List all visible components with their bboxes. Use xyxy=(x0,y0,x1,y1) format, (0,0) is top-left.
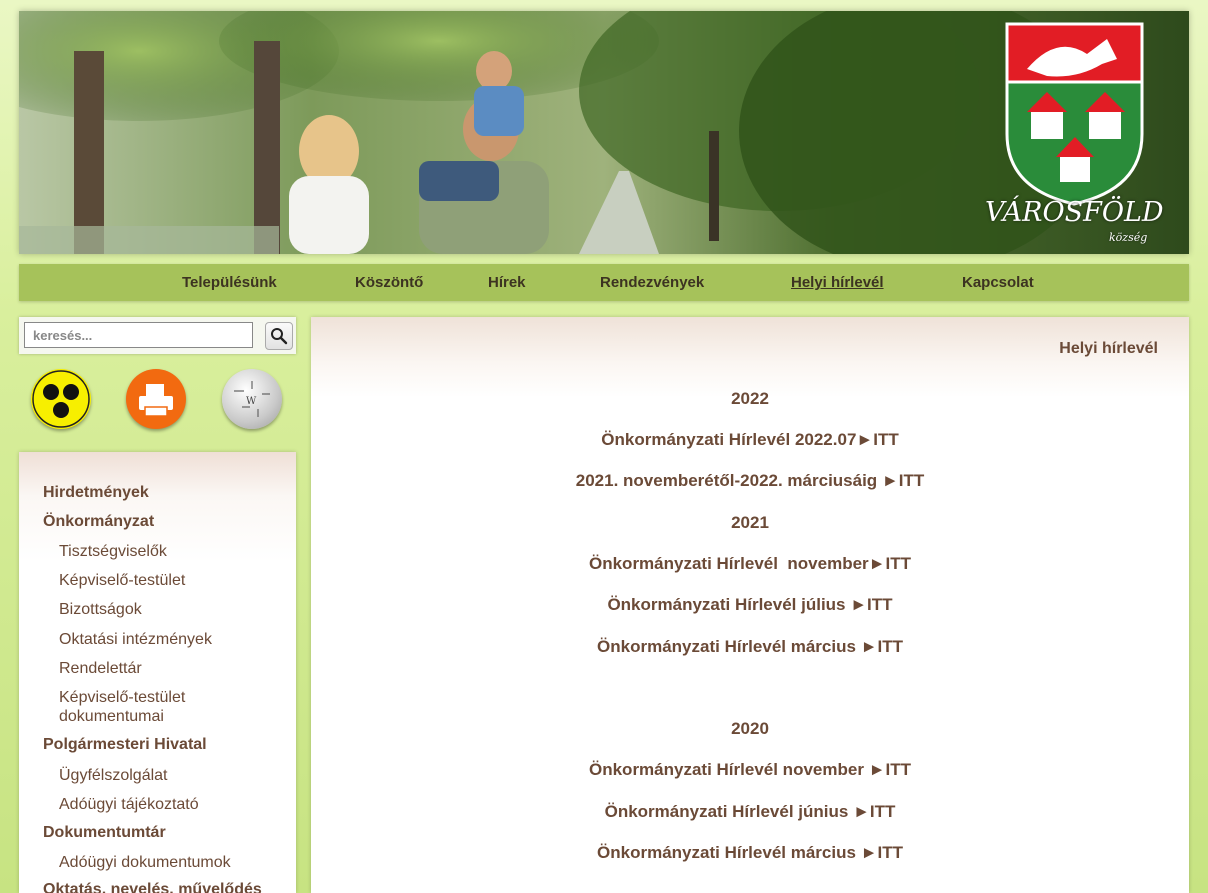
brand-subtitle: község xyxy=(1109,231,1148,244)
year-heading: 2022 xyxy=(731,389,769,408)
side-item-polgarmesteri-hivatal[interactable]: Polgármesteri Hivatal xyxy=(43,736,207,754)
coat-of-arms-logo xyxy=(1005,22,1144,206)
side-item-oktatasi-intezmenyek[interactable]: Oktatási intézmények xyxy=(59,630,279,649)
brand-title: VÁROSFÖLD xyxy=(985,197,1164,228)
newsletter-link[interactable]: 2021. novemberétől-2022. márciusáig ►ITT xyxy=(311,471,1189,491)
wikipedia-puzzle-icon: W xyxy=(234,381,270,417)
side-item-tisztsegviselok[interactable]: Tisztségviselők xyxy=(59,542,279,561)
svg-text:W: W xyxy=(246,396,257,407)
side-item-kepviselo-testulet[interactable]: Képviselő-testület xyxy=(59,571,279,590)
newsletter-link[interactable]: Önkormányzati Hírlevél március ►ITT xyxy=(311,637,1189,657)
wikipedia-globe-icon[interactable]: W xyxy=(222,369,282,429)
side-item-oktatas-neveles-muvelodes[interactable]: Oktatás, nevelés, művelődés xyxy=(43,881,262,893)
newsletter-link[interactable]: Önkormányzati Hírlevél június ►ITT xyxy=(311,802,1189,822)
side-item-hirdetmenyek[interactable]: Hirdetmények xyxy=(43,484,149,502)
nav-item-koszonto[interactable]: Köszöntő xyxy=(355,274,423,291)
side-item-rendelettar[interactable]: Rendelettár xyxy=(59,659,279,678)
nav-item-kapcsolat[interactable]: Kapcsolat xyxy=(962,274,1034,291)
side-item-bizottsagok[interactable]: Bizottságok xyxy=(59,600,279,619)
printer-glyph-icon xyxy=(139,384,173,417)
nav-item-helyi-hirlevel[interactable]: Helyi hírlevél xyxy=(791,274,884,291)
side-item-adougyi-dokumentumok[interactable]: Adóügyi dokumentumok xyxy=(59,853,279,872)
side-item-dokumentumtar[interactable]: Dokumentumtár xyxy=(43,824,166,842)
side-item-kepviselo-testulet-dokumentumai[interactable]: Képviselő-testület dokumentumai xyxy=(59,688,209,726)
nav-item-telepulesunk[interactable]: Településünk xyxy=(182,274,277,291)
accessibility-blind-icon[interactable] xyxy=(31,369,91,429)
printer-icon[interactable] xyxy=(126,369,186,429)
header-banner: VÁROSFÖLD község xyxy=(19,11,1189,254)
newsletter-link[interactable]: Önkormányzati Hírlevél november ►ITT xyxy=(311,760,1189,780)
side-item-adougyi-tajekoztato[interactable]: Adóügyi tájékoztató xyxy=(59,795,279,814)
year-heading: 2021 xyxy=(731,513,769,532)
search-input[interactable] xyxy=(24,322,253,348)
newsletter-link[interactable]: Önkormányzati Hírlevél november►ITT xyxy=(311,554,1189,574)
newsletter-link[interactable]: Önkormányzati Hírlevél 2022.07►ITT xyxy=(311,430,1189,450)
search-box xyxy=(19,317,296,354)
main-content: Helyi hírlevél 2022 Önkormányzati Hírlev… xyxy=(311,317,1189,893)
side-menu: Hirdetmények Önkormányzat Tisztségviselő… xyxy=(19,452,296,893)
blind-dots-icon xyxy=(32,370,90,428)
top-navigation: Településünk Köszöntő Hírek Rendezvények… xyxy=(19,264,1189,301)
search-icon xyxy=(271,328,288,345)
page-title: Helyi hírlevél xyxy=(1059,340,1158,357)
newsletter-link[interactable]: Önkormányzati Hírlevél március ►ITT xyxy=(311,843,1189,863)
side-item-onkormanyzat[interactable]: Önkormányzat xyxy=(43,513,154,531)
nav-item-rendezvenyek[interactable]: Rendezvények xyxy=(600,274,704,291)
year-heading: 2020 xyxy=(731,719,769,738)
search-button[interactable] xyxy=(265,322,293,350)
side-item-ugyfelszolgalat[interactable]: Ügyfélszolgálat xyxy=(59,766,279,785)
nav-item-hirek[interactable]: Hírek xyxy=(488,274,526,291)
newsletter-link[interactable]: Önkormányzati Hírlevél július ►ITT xyxy=(311,595,1189,615)
